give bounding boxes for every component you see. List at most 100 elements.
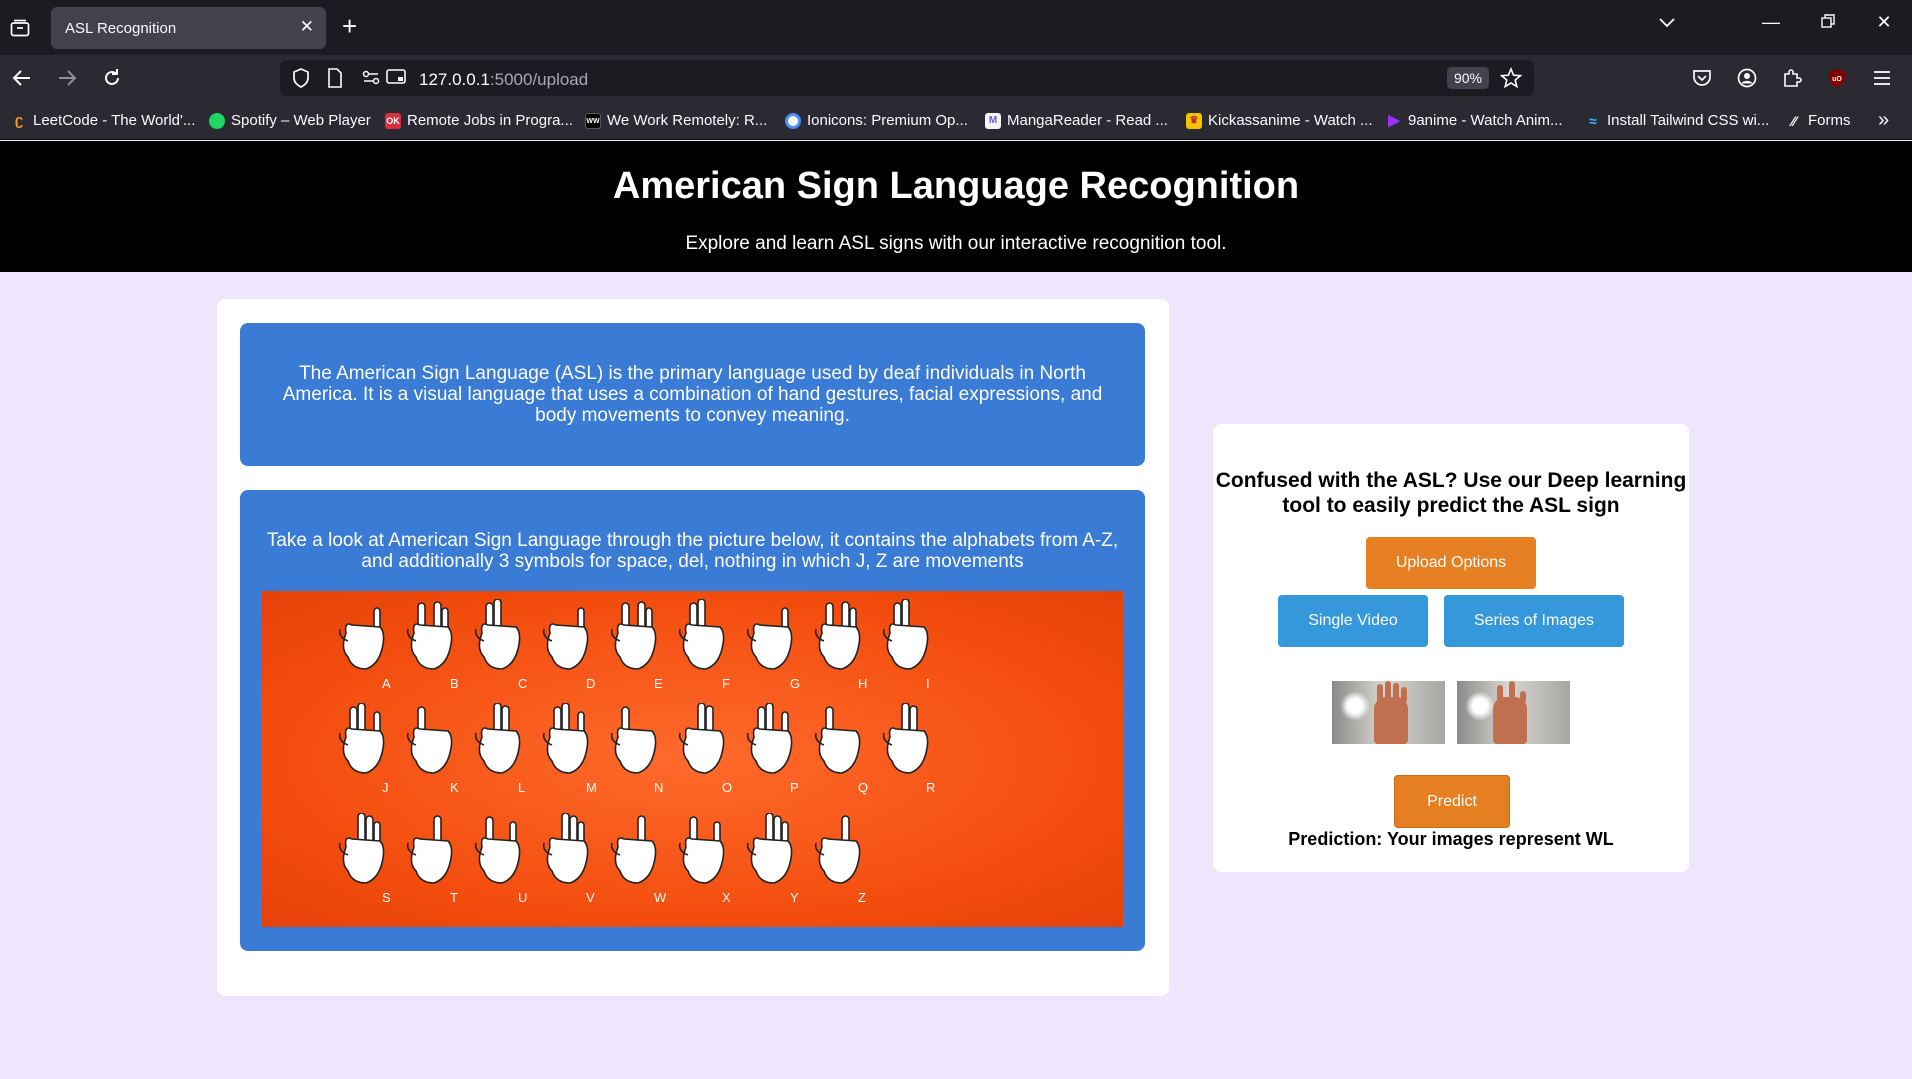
bookmark-mangareader[interactable]: M MangaReader - Read ... — [985, 112, 1168, 129]
ionicons-icon — [785, 112, 801, 129]
page-title: American Sign Language Recognition — [612, 165, 1300, 207]
shield-icon[interactable] — [292, 68, 310, 93]
restore-icon[interactable] — [1812, 12, 1844, 33]
bookmark-label: 9anime - Watch Anim... — [1408, 112, 1563, 129]
bookmark-label: Remote Jobs in Progra... — [407, 112, 573, 129]
address-bar[interactable]: 127.0.0.1:5000/upload 90% — [280, 60, 1534, 96]
forward-icon[interactable] — [51, 62, 83, 94]
bookmark-ionicons[interactable]: Ionicons: Premium Op... — [785, 112, 968, 129]
minimize-icon[interactable]: — — [1755, 12, 1787, 33]
asl-letter-label: B — [450, 676, 459, 691]
bookmark-9anime[interactable]: ▶ 9anime - Watch Anim... — [1386, 111, 1563, 129]
asl-letter-label: P — [790, 780, 799, 795]
bookmark-label: Kickassanime - Watch ... — [1208, 112, 1373, 129]
asl-hand-sign — [540, 599, 596, 679]
asl-hand-sign — [880, 598, 936, 679]
tab-title: ASL Recognition — [65, 20, 177, 37]
weworkremotely-icon: WW — [585, 112, 601, 129]
asl-chart-row: A B C D E F G H I — [262, 598, 1123, 699]
asl-hand-sign — [812, 703, 868, 783]
asl-letter-label: J — [382, 780, 389, 795]
zoom-level[interactable]: 90% — [1446, 67, 1489, 89]
asl-hand-sign — [472, 702, 528, 783]
ublock-icon[interactable]: uO — [1821, 62, 1853, 94]
menu-icon[interactable] — [1866, 62, 1898, 94]
permissions-icon[interactable] — [362, 68, 380, 91]
asl-letter-label: G — [790, 676, 801, 691]
back-icon[interactable] — [6, 62, 38, 94]
series-of-images-button[interactable]: Series of Images — [1444, 595, 1624, 647]
asl-letter-label: O — [722, 780, 733, 795]
bookmark-tailwind[interactable]: ≈ Install Tailwind CSS wi... — [1585, 112, 1769, 129]
asl-hand-sign — [676, 702, 732, 783]
asl-hand-sign — [404, 703, 460, 783]
asl-description-box: The American Sign Language (ASL) is the … — [240, 323, 1145, 466]
upload-options-button[interactable]: Upload Options — [1366, 537, 1536, 589]
bookmark-star-icon[interactable] — [1499, 66, 1523, 94]
account-icon[interactable] — [1731, 62, 1763, 94]
asl-letter-label: M — [586, 780, 597, 795]
asl-letter-label: D — [586, 676, 596, 691]
asl-hand-sign — [404, 813, 460, 893]
asl-letter-label: H — [858, 676, 868, 691]
asl-chart-row: S T U V W X Y Z — [262, 812, 1123, 913]
prediction-tool-card: Confused with the ASL? Use our Deep lear… — [1213, 424, 1689, 872]
camera-permission-icon[interactable] — [386, 68, 406, 91]
tailwind-icon: ≈ — [1589, 112, 1597, 129]
asl-chart-row: J K L M N O P Q R — [262, 702, 1123, 803]
prediction-result: Prediction: Your images represent WL — [1288, 829, 1614, 849]
page-icon[interactable] — [327, 68, 343, 93]
bookmark-weworkremotely[interactable]: WW We Work Remotely: R... — [585, 112, 767, 129]
asl-letter-label: R — [926, 780, 936, 795]
asl-letter-label: U — [518, 890, 528, 905]
close-tab-icon[interactable]: ✕ — [300, 17, 314, 37]
asl-hand-sign — [608, 703, 664, 783]
spotify-icon — [209, 112, 225, 129]
asl-letter-label: Y — [790, 890, 799, 905]
list-all-tabs-icon[interactable] — [1651, 12, 1683, 33]
asl-chart-box: Take a look at American Sign Language th… — [240, 490, 1145, 951]
bookmarks-overflow-icon[interactable]: » — [1878, 109, 1889, 132]
bookmark-kickassanime[interactable]: ♛ Kickassanime - Watch ... — [1186, 112, 1373, 129]
asl-letter-label: S — [382, 890, 391, 905]
extensions-icon[interactable] — [1776, 62, 1808, 94]
tab-list-icon[interactable] — [4, 12, 36, 44]
asl-letter-label: E — [654, 676, 663, 691]
uploaded-image-thumbnail — [1332, 681, 1445, 744]
bookmark-label: Spotify – Web Player — [231, 112, 371, 129]
url-text[interactable]: 127.0.0.1:5000/upload — [419, 70, 588, 90]
tool-heading: Confused with the ASL? Use our Deep lear… — [1215, 469, 1687, 517]
asl-letter-label: X — [722, 890, 731, 905]
bookmark-spotify[interactable]: Spotify – Web Player — [209, 112, 371, 129]
asl-hand-sign — [336, 599, 392, 679]
asl-letter-label: Z — [858, 890, 866, 905]
forms-icon: ⁄⁄ — [1791, 112, 1797, 129]
asl-hand-sign — [676, 598, 732, 679]
url-host: 127.0.0.1 — [419, 70, 490, 89]
single-video-button[interactable]: Single Video — [1278, 595, 1428, 647]
asl-hand-sign — [540, 702, 596, 783]
reload-icon[interactable] — [96, 62, 128, 94]
asl-hand-sign — [472, 813, 528, 893]
asl-hand-sign — [608, 813, 664, 893]
bookmarks-bar: ʗ LeetCode - The World'... Spotify – Web… — [0, 100, 1912, 140]
bookmark-leetcode[interactable]: ʗ LeetCode - The World'... — [11, 112, 195, 129]
asl-hand-sign — [472, 598, 528, 679]
close-window-icon[interactable]: ✕ — [1868, 12, 1900, 33]
asl-hand-sign — [608, 599, 664, 679]
asl-letter-label: Q — [858, 780, 869, 795]
asl-chart-caption: Take a look at American Sign Language th… — [266, 530, 1119, 572]
mangareader-icon: M — [985, 112, 1001, 129]
asl-hand-sign — [540, 812, 596, 893]
pocket-icon[interactable] — [1686, 62, 1718, 94]
new-tab-icon[interactable]: + — [342, 11, 357, 41]
bookmark-forms[interactable]: ⁄⁄ Forms — [1786, 112, 1851, 129]
asl-letter-label: T — [450, 890, 458, 905]
9anime-icon: ▶ — [1388, 111, 1400, 129]
asl-hand-sign — [744, 702, 800, 783]
bookmark-remoteok[interactable]: OK Remote Jobs in Progra... — [385, 112, 573, 129]
remoteok-icon: OK — [385, 112, 401, 129]
url-path: :5000/upload — [489, 70, 589, 89]
active-tab[interactable]: ASL Recognition ✕ — [51, 7, 326, 49]
predict-button[interactable]: Predict — [1394, 775, 1510, 828]
